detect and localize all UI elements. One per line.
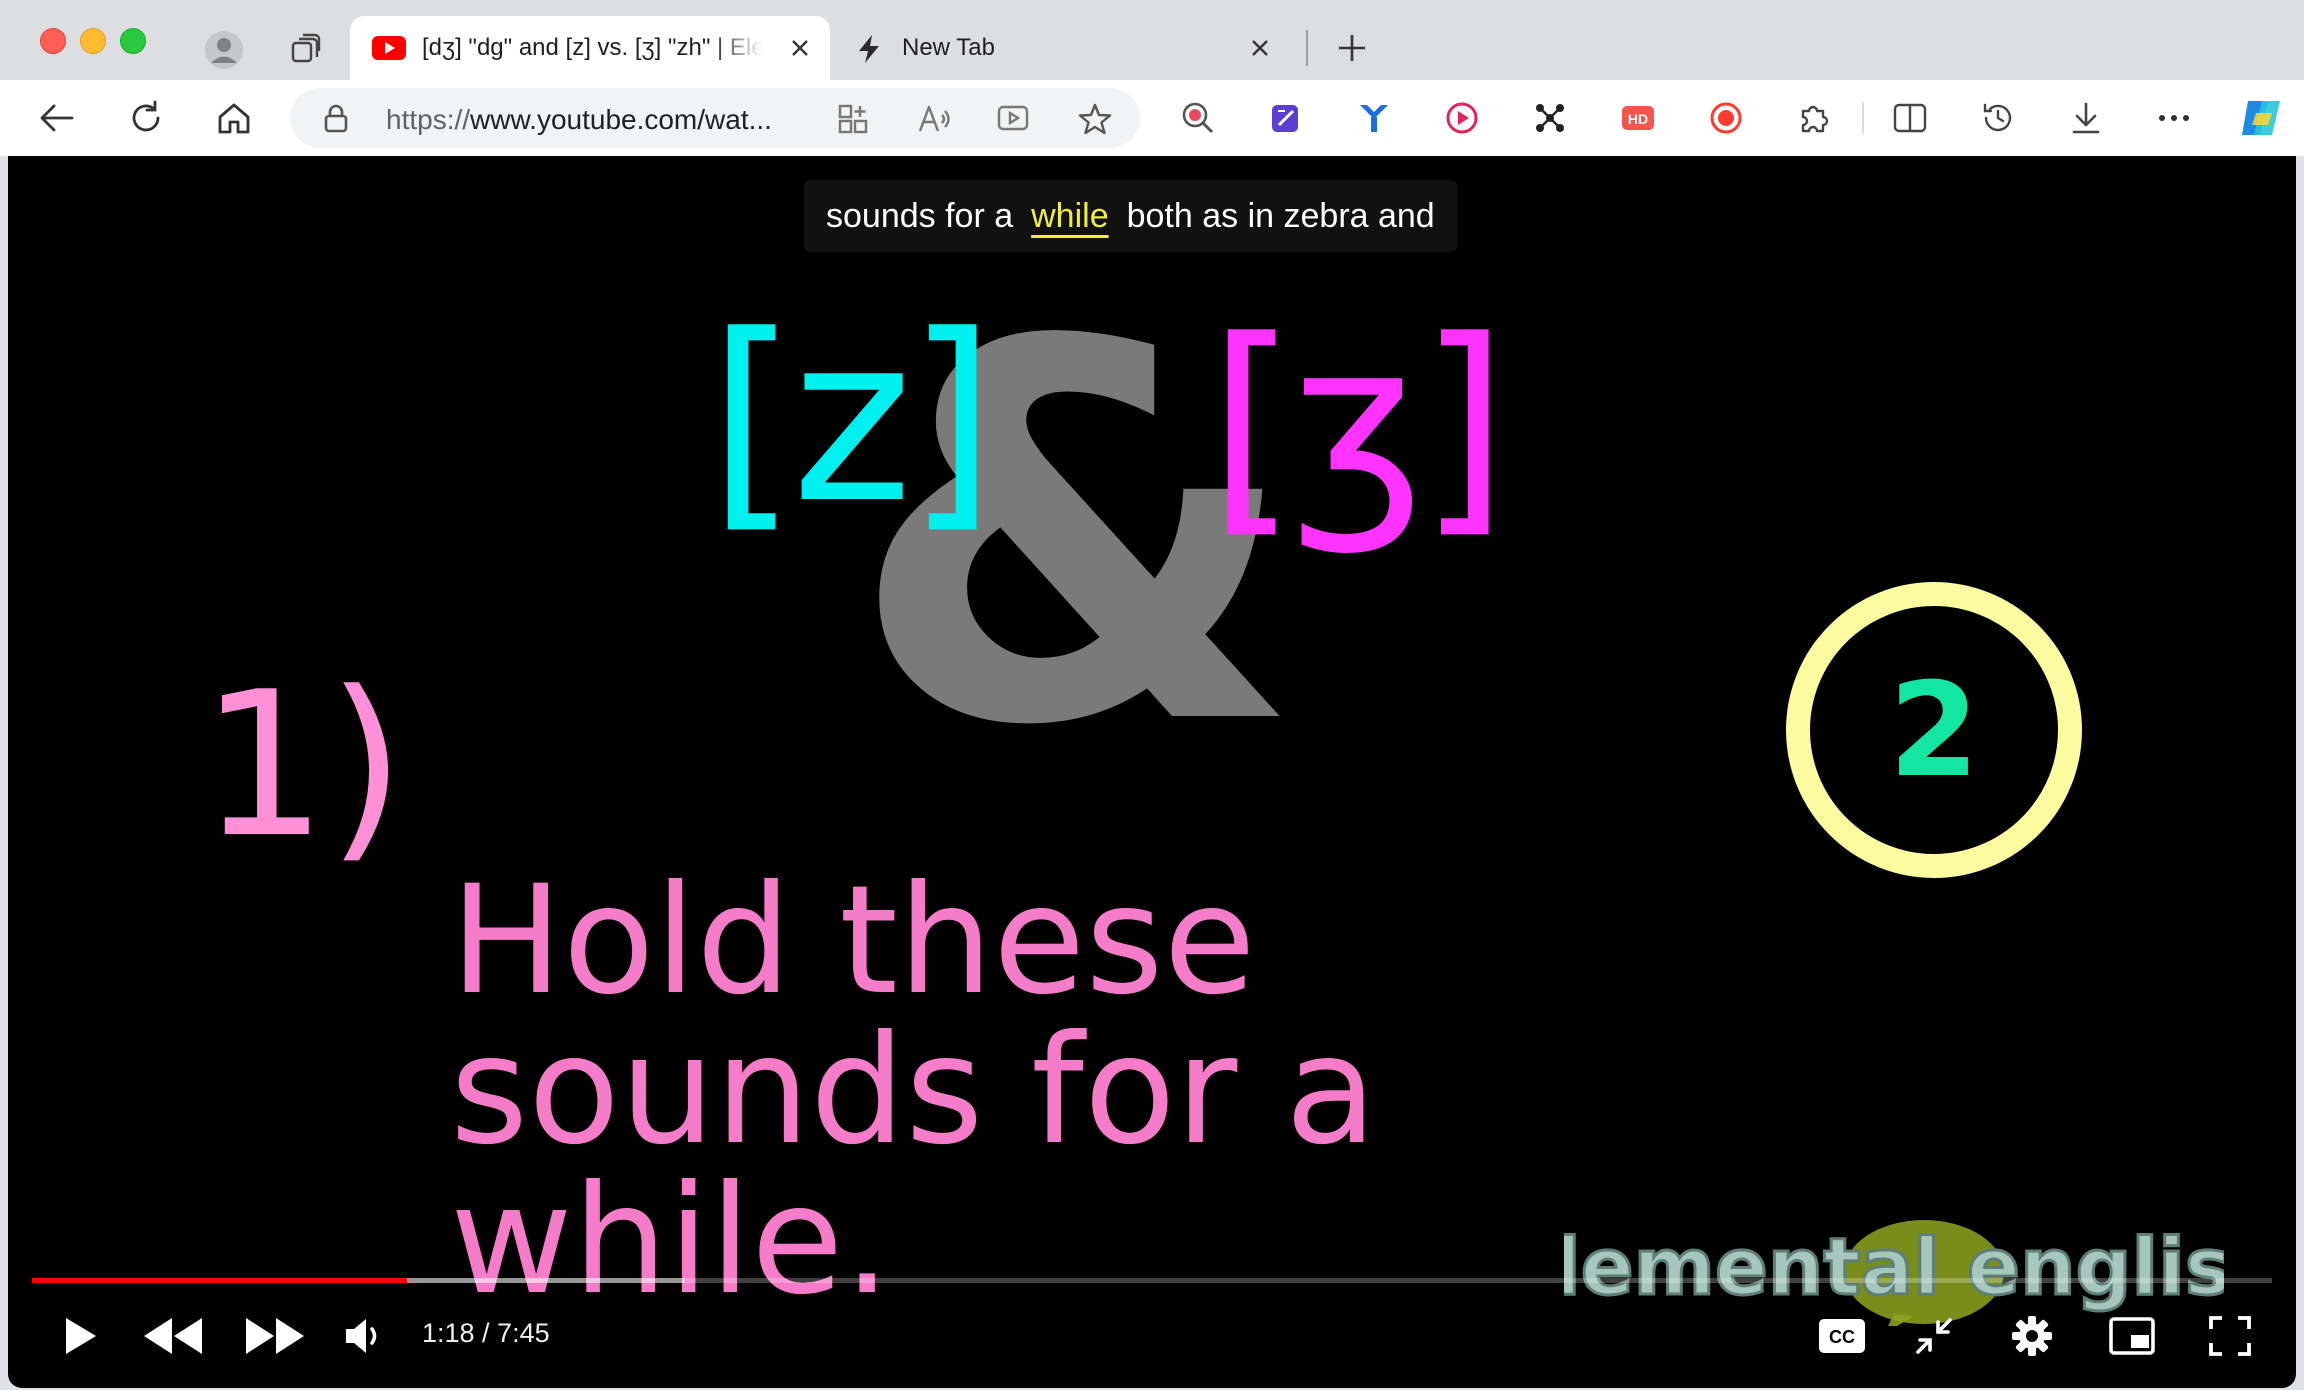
logo-text: elemental english [1564, 1223, 2224, 1313]
profile-avatar-icon[interactable] [200, 26, 248, 74]
time-display: 1:18 / 7:45 [422, 1318, 550, 1348]
subtitle-text-before: sounds for a [826, 196, 1014, 235]
record-extension-icon[interactable] [1706, 98, 1746, 138]
filter-y-extension-icon[interactable] [1354, 98, 1394, 138]
volume-icon[interactable] [338, 1310, 394, 1362]
maximize-window-button[interactable] [120, 28, 146, 54]
tab-title: [dʒ] "dg" and [z] vs. [ʒ] "zh" | Element… [422, 34, 762, 61]
rewind-button[interactable] [138, 1310, 208, 1362]
elemental-english-logo: elemental english [1500, 1206, 2288, 1334]
exit-fullscreen-shrink-icon[interactable] [1908, 1310, 1960, 1362]
slide-step-number: 1) [200, 649, 406, 882]
video-player-extension-icon[interactable] [1442, 98, 1482, 138]
hd-extension-icon[interactable]: HD [1618, 98, 1658, 138]
lightning-icon [852, 34, 886, 64]
extensions-puzzle-icon[interactable] [1794, 98, 1834, 138]
youtube-icon [372, 34, 406, 62]
slide-z-symbol: [z] [708, 287, 996, 554]
browser-toolbar: https://www.youtube.com/wat... HD [0, 80, 2304, 156]
slide-zh-symbol: [ʒ] [1208, 292, 1508, 559]
miniplayer-icon[interactable] [2104, 1310, 2160, 1362]
progress-played [32, 1278, 407, 1283]
svg-text:HD: HD [1628, 111, 1648, 127]
play-button[interactable] [52, 1308, 108, 1364]
favorite-star-icon[interactable] [1076, 100, 1114, 138]
url-scheme: https:// [386, 104, 471, 135]
svg-text:CC: CC [1829, 1327, 1855, 1347]
address-bar[interactable]: https://www.youtube.com/wat... [290, 88, 1140, 148]
tab-new-tab[interactable]: New Tab [838, 16, 1308, 80]
app-available-icon[interactable] [836, 102, 870, 136]
closed-captions-button[interactable]: CC [1812, 1312, 1872, 1360]
fullscreen-icon[interactable] [2202, 1310, 2258, 1362]
tab-title: New Tab [902, 34, 995, 61]
close-tab-icon[interactable] [786, 34, 814, 62]
close-tab-icon[interactable] [1246, 34, 1274, 62]
subtitle-text-after: both as in zebra and [1126, 196, 1435, 235]
copilot-icon[interactable] [2236, 94, 2286, 142]
browser-window: [dʒ] "dg" and [z] vs. [ʒ] "zh" | Element… [0, 0, 2304, 1390]
slide-number-badge: 2 [1786, 582, 2082, 878]
screen-search-extension-icon[interactable] [1178, 98, 1218, 138]
note-editor-extension-icon[interactable] [1266, 98, 1306, 138]
fast-forward-button[interactable] [240, 1310, 310, 1362]
new-tab-plus-icon[interactable] [1332, 28, 1372, 68]
tab-strip: [dʒ] "dg" and [z] vs. [ʒ] "zh" | Element… [0, 0, 2304, 80]
more-menu-icon[interactable] [2154, 98, 2194, 138]
back-arrow-icon[interactable] [34, 98, 78, 138]
toolbar-divider [1862, 102, 1864, 134]
settings-gear-icon[interactable] [2004, 1308, 2060, 1364]
slide-lesson-text: Hold these sounds for a while. [450, 854, 1377, 1328]
downloads-icon[interactable] [2066, 98, 2106, 138]
minimize-window-button[interactable] [80, 28, 106, 54]
history-icon[interactable] [1978, 98, 2018, 138]
subtitle-highlight-word: while [1031, 196, 1109, 235]
progress-bar[interactable] [32, 1278, 2272, 1283]
url-text[interactable]: https://www.youtube.com/wat... [386, 104, 772, 136]
read-aloud-icon[interactable] [916, 102, 952, 136]
tab-youtube[interactable]: [dʒ] "dg" and [z] vs. [ʒ] "zh" | Element… [350, 16, 830, 80]
video-play-icon[interactable] [996, 102, 1032, 136]
close-window-button[interactable] [40, 28, 66, 54]
reload-icon[interactable] [124, 96, 168, 140]
lock-icon[interactable] [320, 102, 352, 134]
url-host-path: www.youtube.com/wat... [470, 104, 772, 135]
subtitle-caption: sounds for a while both as in zebra and [804, 180, 1457, 252]
workspaces-icon[interactable] [284, 28, 328, 72]
graph-nodes-extension-icon[interactable] [1530, 98, 1570, 138]
tab-separator [1306, 30, 1308, 66]
home-icon[interactable] [212, 96, 256, 140]
video-player[interactable]: & [z] [ʒ] sounds for a while both as in … [8, 156, 2296, 1388]
split-screen-icon[interactable] [1890, 98, 1930, 138]
